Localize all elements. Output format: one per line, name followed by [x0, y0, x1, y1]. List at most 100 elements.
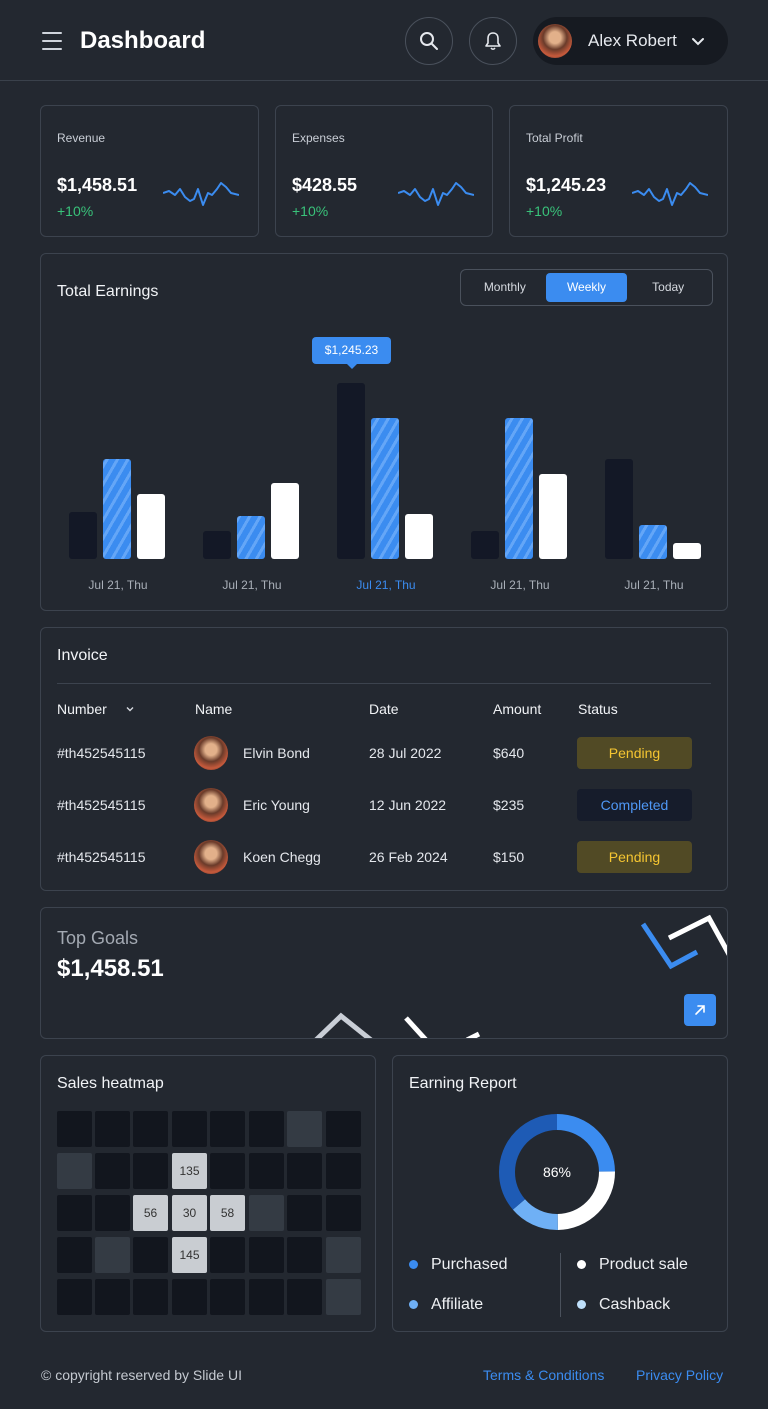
stat-change: +10%: [57, 203, 94, 219]
heatmap-card: Sales heatmap 135 56 30 58 145: [40, 1055, 376, 1332]
heatmap-cell[interactable]: [326, 1153, 361, 1189]
invoice-date: 26 Feb 2024: [369, 849, 448, 865]
invoice-title: Invoice: [57, 647, 108, 664]
arrow-up-right-icon: [695, 1005, 705, 1015]
bar-series-3[interactable]: [539, 473, 567, 559]
legend-purchased: Purchased: [431, 1256, 508, 1273]
bar-series-1[interactable]: [69, 511, 97, 559]
heatmap-cell[interactable]: [326, 1195, 361, 1231]
decorative-shapes: [314, 914, 727, 1038]
heatmap-cell[interactable]: [172, 1279, 207, 1315]
hamburger-menu-icon[interactable]: [42, 32, 62, 50]
heatmap-cell[interactable]: [133, 1153, 168, 1189]
heatmap-cell[interactable]: [210, 1237, 245, 1273]
heatmap-cell[interactable]: [172, 1111, 207, 1147]
copyright-text: © copyright reserved by Slide UI: [41, 1367, 242, 1383]
bar-series-1[interactable]: [203, 531, 231, 559]
column-header-number[interactable]: Number: [57, 701, 135, 717]
sparkline: [398, 182, 474, 206]
search-button[interactable]: [405, 17, 453, 65]
privacy-link[interactable]: Privacy Policy: [636, 1367, 723, 1383]
user-name: Alex Robert: [588, 31, 677, 50]
heatmap-cell[interactable]: [326, 1111, 361, 1147]
bar-series-2[interactable]: [371, 417, 399, 559]
bar-series-3[interactable]: [137, 493, 165, 559]
heatmap-cell[interactable]: [57, 1237, 92, 1273]
bar-tooltip: $1,245.23: [312, 337, 391, 369]
bar-series-2[interactable]: [237, 516, 265, 559]
heatmap-cell[interactable]: 145: [172, 1237, 207, 1273]
heatmap-cell[interactable]: [57, 1279, 92, 1315]
heatmap-cell[interactable]: [249, 1279, 284, 1315]
heatmap-cell[interactable]: 30: [172, 1195, 207, 1231]
heatmap-cell[interactable]: [95, 1111, 130, 1147]
open-goals-button[interactable]: [684, 994, 716, 1026]
heatmap-cell[interactable]: [57, 1195, 92, 1231]
legend-dot: [577, 1300, 586, 1309]
bar-series-2[interactable]: [505, 417, 533, 559]
heatmap-cell[interactable]: [57, 1111, 92, 1147]
search-icon: [420, 32, 438, 50]
invoice-name: Eric Young: [243, 797, 310, 813]
bar-series-1[interactable]: [605, 459, 633, 559]
x-axis-label: Jul 21, Thu: [490, 578, 550, 592]
heatmap-cell[interactable]: [287, 1111, 322, 1147]
heatmap-cell[interactable]: 135: [172, 1153, 207, 1189]
bar-series-1[interactable]: [471, 531, 499, 559]
invoice-amount: $235: [493, 797, 525, 813]
stat-value: $428.55: [292, 175, 358, 195]
heatmap-cell[interactable]: [133, 1111, 168, 1147]
avatar: [194, 736, 228, 770]
heatmap-cell[interactable]: [287, 1195, 322, 1231]
heatmap-cell[interactable]: [95, 1279, 130, 1315]
heatmap-cell[interactable]: [249, 1195, 284, 1231]
bar-series-3[interactable]: [271, 482, 299, 559]
heatmap-cell[interactable]: [210, 1111, 245, 1147]
bar-series-2[interactable]: [639, 525, 667, 559]
tab-today[interactable]: Today: [627, 273, 709, 302]
invoice-number: #th452545115: [57, 849, 146, 865]
heatmap-cell[interactable]: [326, 1237, 361, 1273]
heatmap-cell[interactable]: [133, 1237, 168, 1273]
legend-dot: [409, 1260, 418, 1269]
heatmap-cell[interactable]: [249, 1237, 284, 1273]
heatmap-cell[interactable]: 56: [133, 1195, 168, 1231]
heatmap-cell[interactable]: [133, 1279, 168, 1315]
profit-card: Total Profit $1,245.23 +10%: [509, 105, 728, 237]
heatmap-cell[interactable]: [95, 1153, 130, 1189]
x-axis-label: Jul 21, Thu: [222, 578, 282, 592]
stat-label: Total Profit: [526, 131, 583, 145]
bar-series-3[interactable]: [405, 513, 433, 559]
heatmap-cell[interactable]: [249, 1153, 284, 1189]
chevron-down-icon: [692, 38, 704, 46]
heatmap-cell[interactable]: 58: [210, 1195, 245, 1231]
expenses-card: Expenses $428.55 +10%: [275, 105, 493, 237]
heatmap-cell[interactable]: [210, 1153, 245, 1189]
bar-series-3[interactable]: [673, 543, 701, 559]
column-header-status: Status: [578, 701, 618, 717]
user-menu[interactable]: Alex Robert: [533, 17, 728, 65]
column-header-date: Date: [369, 701, 399, 717]
heatmap-cell[interactable]: [287, 1237, 322, 1273]
stat-value: $1,245.23: [526, 175, 607, 195]
heatmap-cell[interactable]: [95, 1195, 130, 1231]
invoice-date: 28 Jul 2022: [369, 745, 442, 761]
stat-label: Revenue: [57, 131, 106, 145]
terms-link[interactable]: Terms & Conditions: [483, 1367, 604, 1383]
heatmap-cell[interactable]: [95, 1237, 130, 1273]
tab-monthly[interactable]: Monthly: [464, 273, 546, 302]
tab-weekly[interactable]: Weekly: [545, 273, 628, 302]
heatmap-cell[interactable]: [249, 1111, 284, 1147]
bar-series-2[interactable]: [103, 459, 131, 559]
earnings-card: Total Earnings Monthly Weekly Today $1,2…: [40, 253, 728, 611]
earning-report-card: Earning Report 86% Purchased Product sal…: [392, 1055, 728, 1332]
notifications-button[interactable]: [469, 17, 517, 65]
heatmap-cell[interactable]: [287, 1153, 322, 1189]
heatmap-cell[interactable]: [57, 1153, 92, 1189]
heatmap-cell[interactable]: [326, 1279, 361, 1315]
heatmap-cell[interactable]: [210, 1279, 245, 1315]
invoice-number: #th452545115: [57, 797, 146, 813]
heatmap-cell[interactable]: [287, 1279, 322, 1315]
stat-change: +10%: [526, 203, 563, 219]
bar-series-1[interactable]: [337, 382, 365, 559]
